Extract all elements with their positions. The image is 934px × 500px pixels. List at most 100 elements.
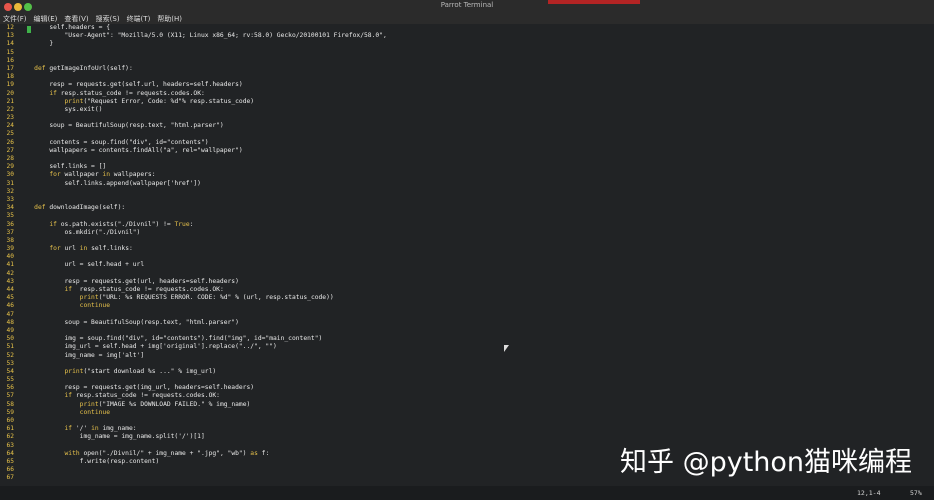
code-line: wallpapers = contents.findAll("a", rel="… (19, 146, 243, 154)
line-number: 49 (6, 326, 14, 334)
line-number: 30 (6, 171, 14, 179)
line-number: 19 (6, 81, 14, 89)
scroll-percent: 57% (910, 489, 922, 497)
code-line: if '/' in img_name: (64, 425, 137, 433)
code-line: print("URL: %s REQUESTS ERROR. CODE: %d"… (79, 294, 334, 302)
code-line: continue (79, 302, 111, 310)
line-number: 54 (6, 367, 14, 375)
line-number: 37 (6, 228, 14, 236)
line-number: 48 (6, 318, 14, 326)
mouse-pointer-icon (504, 345, 509, 352)
line-number: 38 (6, 236, 14, 244)
line-number: 66 (6, 466, 14, 474)
watermark: 知乎 @python猫咪编程 (620, 447, 913, 478)
code-line: } (19, 40, 54, 48)
line-number: 67 (6, 474, 14, 482)
line-number: 36 (6, 220, 14, 228)
line-number: 22 (6, 105, 14, 113)
code-line: img = soup.find("div", id="contents").fi… (19, 335, 323, 343)
menu-item[interactable]: 编辑(E) (34, 14, 58, 24)
title-bar: Parrot Terminal (0, 0, 934, 13)
line-number: 41 (6, 261, 14, 269)
line-number: 43 (6, 277, 14, 285)
code-line: self.links = [] (19, 163, 107, 171)
code-line: def getImageInfoUrl(self): (34, 64, 133, 72)
line-number: 29 (6, 163, 14, 171)
code-line: url = self.head + url (19, 261, 145, 269)
code-line: print("Request Error, Code: %d"% resp.st… (64, 97, 255, 105)
line-number: 47 (6, 310, 14, 318)
line-number: 50 (6, 335, 14, 343)
code-line: resp = requests.get(self.url, headers=se… (19, 81, 243, 89)
line-number: 44 (6, 286, 14, 293)
code-line: soup = BeautifulSoup(resp.text, "html.pa… (19, 318, 239, 326)
menu-item[interactable]: 搜索(S) (96, 14, 120, 24)
code-line: self.headers = { (19, 24, 110, 31)
menu-item[interactable]: 终端(T) (127, 14, 151, 24)
line-number: 12 (6, 24, 14, 31)
cursor-position: 12,1-4 (857, 489, 881, 497)
menu-item[interactable]: 帮助(H) (157, 14, 182, 24)
line-number: 52 (6, 351, 14, 359)
line-number: 23 (6, 114, 14, 122)
line-number: 46 (6, 302, 14, 310)
code-line: if resp.status_code != requests.codes.OK… (49, 89, 205, 97)
status-bar: 12,1-4 57% (0, 486, 934, 500)
line-number: 21 (6, 97, 14, 105)
top-decoration (548, 0, 640, 4)
line-number: 34 (6, 204, 14, 212)
line-number: 25 (6, 130, 14, 138)
line-number: 64 (6, 449, 14, 457)
line-number: 20 (6, 89, 14, 97)
line-number: 51 (6, 343, 14, 351)
code-line: for url in self.links: (49, 245, 133, 253)
line-number: 61 (6, 425, 14, 433)
code-line: soup = BeautifulSoup(resp.text, "html.pa… (19, 122, 224, 130)
code-line: sys.exit() (19, 105, 103, 113)
line-number: 33 (6, 195, 14, 203)
line-number: 27 (6, 146, 14, 154)
line-number: 57 (6, 392, 14, 400)
code-line: for wallpaper in wallpapers: (49, 171, 156, 179)
editor-area[interactable]: 12 13 14 15 16 17 18 19 20 21 22 23 24 25 26 27 28 29 30 31… (0, 24, 934, 486)
line-numbers: 12 13 14 15 16 17 18 19 20 21 22 23 24 25 26 27 28 29 30 31… (0, 24, 15, 486)
line-number: 32 (6, 187, 14, 195)
line-number: 28 (6, 155, 14, 162)
line-number: 14 (6, 40, 14, 48)
line-number: 35 (6, 212, 14, 220)
menu-item[interactable]: 文件(F) (3, 14, 27, 24)
code-line: print("IMAGE %s DOWNLOAD FAILED." % img_… (79, 400, 251, 408)
line-number: 60 (6, 417, 14, 424)
line-number: 31 (6, 179, 14, 187)
code-line: if resp.status_code != requests.codes.OK… (64, 286, 224, 293)
line-number: 13 (6, 32, 14, 40)
line-number: 65 (6, 457, 14, 465)
line-number: 53 (6, 359, 14, 367)
code-line: img_name = img['alt'] (19, 351, 145, 359)
code-line: contents = soup.find("div", id="contents… (19, 138, 209, 146)
line-number: 16 (6, 56, 14, 64)
line-number: 55 (6, 376, 14, 384)
code-line: continue (79, 408, 111, 416)
menu-item[interactable]: 查看(V) (64, 14, 88, 24)
text-cursor (27, 26, 31, 33)
terminal-window: Parrot Terminal 文件(F) 编辑(E) 查看(V) 搜索(S) 终端(T… (0, 0, 934, 500)
code-view[interactable]: self.headers = { "User-Agent": "Mozilla/… (19, 24, 387, 483)
line-number: 39 (6, 245, 14, 253)
menu-bar: 文件(F) 编辑(E) 查看(V) 搜索(S) 终端(T) 帮助(H) (0, 13, 934, 24)
line-number: 45 (6, 294, 14, 302)
